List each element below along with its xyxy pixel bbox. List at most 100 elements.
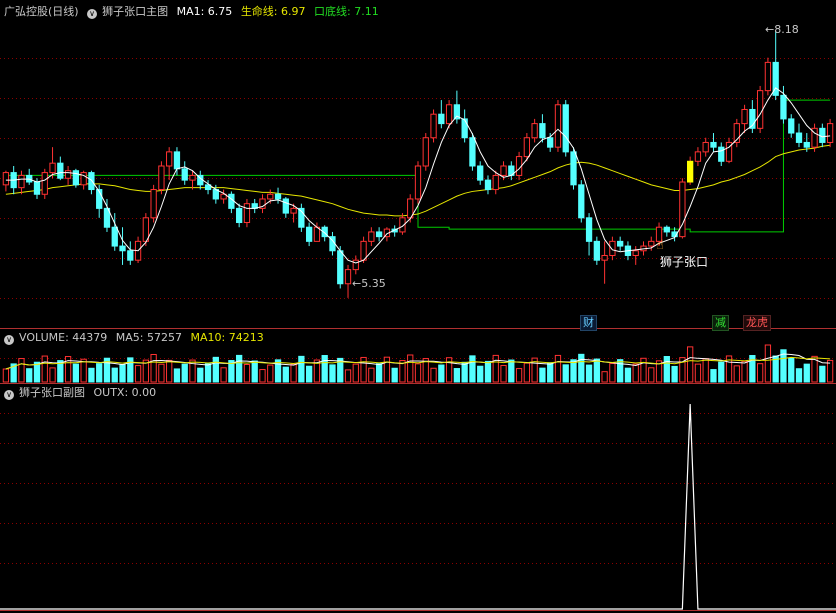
low-price-label: ←5.35 <box>352 277 386 290</box>
candle-body <box>578 184 585 219</box>
volume-bar <box>18 358 25 383</box>
volume-bar <box>554 354 562 383</box>
volume-bar <box>197 367 204 383</box>
volume-bar <box>96 363 103 383</box>
volume-bar <box>764 344 772 383</box>
volume-value[interactable]: VOLUME: 44379 <box>19 331 107 344</box>
candle-body <box>764 61 772 92</box>
candle-body <box>173 151 181 170</box>
outx-value: OUTX: 0.00 <box>93 386 157 399</box>
candle-body <box>375 231 383 238</box>
volume-bar <box>617 359 624 383</box>
candle-body <box>41 172 48 195</box>
outx-series <box>0 403 836 610</box>
volume-bar <box>562 364 569 383</box>
volume-bar <box>236 354 243 383</box>
volume-bar <box>788 357 795 383</box>
candle-body <box>663 226 670 233</box>
candle-body <box>228 193 235 209</box>
badge-finance[interactable]: 财 <box>580 315 597 331</box>
candle-body <box>461 118 468 139</box>
volume-bar <box>360 356 367 383</box>
indicator-name[interactable]: 狮子张口主图 <box>102 5 168 18</box>
candle-body <box>158 165 165 191</box>
chevron-down-icon[interactable]: ∨ <box>4 390 14 400</box>
volume-bar <box>150 353 157 383</box>
candle-body <box>531 123 538 139</box>
candle-body <box>601 254 608 261</box>
candle-body <box>414 165 422 200</box>
sub-header: ∨ 狮子张口副图 OUTX: 0.00 <box>4 385 161 401</box>
volume-bar <box>251 360 258 383</box>
candle-body <box>33 181 41 195</box>
candle-body <box>710 141 717 148</box>
candle-body <box>368 231 375 242</box>
candle-body <box>694 151 702 162</box>
candle-body <box>547 137 554 148</box>
volume-bar <box>127 357 134 383</box>
volume-bar <box>158 363 165 383</box>
volume-bar <box>601 371 608 383</box>
volume-bar <box>111 367 118 383</box>
volume-bar <box>663 356 670 383</box>
candle-body <box>632 250 639 256</box>
volume-bar <box>523 362 531 383</box>
candle-body <box>756 90 764 129</box>
main-header: 广弘控股(日线) ∨ 狮子张口主图 MA1: 6.75 生命线: 6.97 口底线… <box>4 4 384 20</box>
candle-body <box>500 165 507 176</box>
volume-bar <box>438 364 445 383</box>
signal-candle <box>687 160 694 183</box>
candle-body <box>617 240 624 247</box>
candle-body <box>111 226 118 247</box>
volume-bar <box>484 360 492 383</box>
candle-body <box>826 123 834 143</box>
volume-bar <box>430 367 437 383</box>
chevron-down-icon[interactable]: ∨ <box>87 9 98 19</box>
candle-body <box>562 104 569 153</box>
candle-body <box>741 108 748 125</box>
volume-bar <box>477 365 484 383</box>
volume-bar <box>694 363 702 383</box>
candle-body <box>189 174 196 181</box>
volume-bar <box>687 346 694 383</box>
volume-bar <box>819 365 826 383</box>
candle-body <box>445 104 453 125</box>
volume-bar <box>469 355 476 383</box>
candle-body <box>477 165 484 181</box>
candle-body <box>585 217 593 242</box>
chart-canvas <box>0 31 836 611</box>
candle-body <box>360 240 367 261</box>
candle-body <box>484 179 492 191</box>
candle-body <box>788 118 795 134</box>
candle-body <box>49 162 56 174</box>
chevron-down-icon[interactable]: ∨ <box>4 335 14 345</box>
volume-bar <box>453 368 461 383</box>
volume-bar <box>585 364 593 383</box>
volume-bar <box>632 363 639 383</box>
badge-reduce[interactable]: 减 <box>712 315 729 331</box>
volume-bar <box>733 365 740 383</box>
volume-bar <box>648 367 655 383</box>
volume-bar <box>2 368 10 383</box>
volume-bar <box>352 363 359 383</box>
candle-body <box>803 141 810 148</box>
volume-header: ∨ VOLUME: 44379 MA5: 57257 MA10: 74213 <box>4 330 269 346</box>
vol-ma10-value: MA10: 74213 <box>190 331 264 344</box>
candle-body <box>570 151 577 186</box>
volume-bar <box>803 363 810 383</box>
ma1-value: MA1: 6.75 <box>176 5 233 18</box>
candle-body <box>539 123 546 139</box>
volume-bar <box>282 366 289 383</box>
candle-body <box>88 172 95 191</box>
volume-bar <box>166 359 173 383</box>
candle-body <box>780 94 787 120</box>
volume-bar <box>259 369 266 383</box>
life-line-value: 生命线: 6.97 <box>240 5 306 18</box>
badge-dragon-tiger[interactable]: 龙虎 <box>743 315 771 331</box>
candle-body <box>290 207 297 214</box>
candle-body <box>282 198 289 214</box>
volume-bar <box>49 367 56 383</box>
volume-bar <box>368 367 375 383</box>
volume-bar <box>593 358 600 383</box>
sub-indicator-name[interactable]: 狮子张口副图 <box>19 386 85 399</box>
